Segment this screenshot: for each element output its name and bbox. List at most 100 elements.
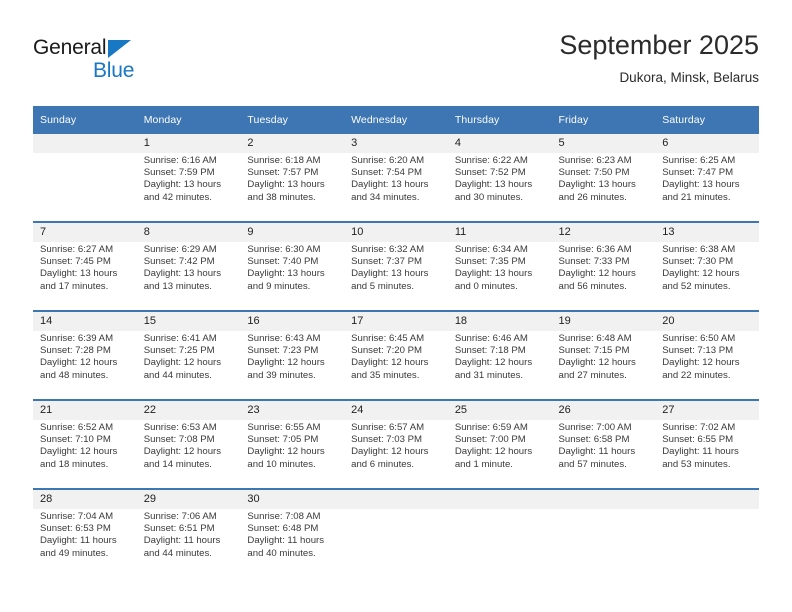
day-cell[interactable]: Sunrise: 7:08 AM Sunset: 6:48 PM Dayligh… [240, 509, 344, 577]
day-number[interactable]: 4 [447, 134, 552, 153]
day-number[interactable]: 19 [551, 310, 656, 331]
daylight-text-line1: Daylight: 12 hours [351, 446, 429, 458]
daylight-text-line2: and 39 minutes. [247, 369, 316, 381]
daylight-text-line1: Daylight: 13 hours [662, 179, 740, 191]
day-number[interactable]: 26 [551, 399, 656, 420]
day-number[interactable]: 25 [447, 399, 552, 420]
day-cell[interactable]: Sunrise: 6:39 AM Sunset: 7:28 PM Dayligh… [33, 331, 137, 400]
day-cell[interactable]: Sunrise: 6:50 AM Sunset: 7:13 PM Dayligh… [655, 331, 759, 400]
daylight-text-line1: Daylight: 12 hours [558, 268, 636, 280]
day-cell[interactable]: Sunrise: 6:30 AM Sunset: 7:40 PM Dayligh… [240, 242, 344, 311]
day-number[interactable]: 14 [33, 310, 137, 331]
day-cell[interactable] [33, 153, 137, 222]
day-cell[interactable]: Sunrise: 7:04 AM Sunset: 6:53 PM Dayligh… [33, 509, 137, 577]
daylight-text-line1: Daylight: 11 hours [40, 535, 117, 547]
day-cell[interactable]: Sunrise: 6:25 AM Sunset: 7:47 PM Dayligh… [655, 153, 759, 222]
day-number[interactable]: 22 [136, 399, 241, 420]
generalblue-logo: General Blue [33, 36, 153, 84]
day-number[interactable]: 15 [136, 310, 241, 331]
day-cell[interactable]: Sunrise: 6:34 AM Sunset: 7:35 PM Dayligh… [448, 242, 552, 311]
day-number[interactable]: 6 [655, 134, 759, 153]
week-daynumbers-row: 14 15 16 17 18 19 20 [33, 310, 759, 331]
daylight-text-line2: and 26 minutes. [558, 191, 627, 203]
daylight-text-line1: Daylight: 12 hours [454, 357, 533, 369]
sunset-text: Sunset: 6:55 PM [662, 434, 734, 446]
sunset-text: Sunset: 6:58 PM [558, 434, 630, 446]
sunrise-text: Sunrise: 6:23 AM [558, 155, 632, 166]
day-number[interactable]: 2 [240, 134, 345, 153]
day-cell[interactable]: Sunrise: 6:41 AM Sunset: 7:25 PM Dayligh… [137, 331, 241, 400]
sunset-text: Sunset: 6:53 PM [40, 523, 111, 535]
daylight-text-line2: and 34 minutes. [351, 191, 420, 203]
day-cell[interactable]: Sunrise: 6:18 AM Sunset: 7:57 PM Dayligh… [240, 153, 344, 222]
day-number[interactable]: 27 [655, 399, 759, 420]
calendar-body: 1 2 3 4 5 6 Sunrise: 6:16 AM Sunset: 7:5… [33, 134, 759, 577]
sunrise-text: Sunrise: 7:08 AM [247, 511, 321, 522]
daylight-text-line2: and 6 minutes. [351, 458, 415, 470]
daylight-text-line2: and 17 minutes. [40, 280, 109, 292]
day-number[interactable]: 17 [344, 310, 448, 331]
day-number[interactable]: 24 [344, 399, 448, 420]
day-cell[interactable]: Sunrise: 6:57 AM Sunset: 7:03 PM Dayligh… [344, 420, 448, 489]
day-number[interactable]: 29 [136, 488, 241, 509]
day-number[interactable]: 28 [33, 488, 137, 509]
day-cell[interactable]: Sunrise: 6:20 AM Sunset: 7:54 PM Dayligh… [344, 153, 448, 222]
day-number[interactable]: 8 [136, 221, 241, 242]
daylight-text-line1: Daylight: 12 hours [351, 357, 429, 369]
sunset-text: Sunset: 7:28 PM [40, 345, 111, 357]
day-cell[interactable]: Sunrise: 6:36 AM Sunset: 7:33 PM Dayligh… [552, 242, 656, 311]
day-number[interactable]: 3 [344, 134, 448, 153]
sunset-text: Sunset: 7:25 PM [143, 345, 215, 357]
daylight-text-line2: and 31 minutes. [454, 369, 524, 381]
day-number[interactable]: 7 [33, 221, 137, 242]
day-number[interactable]: 21 [33, 399, 137, 420]
day-number[interactable]: 13 [655, 221, 759, 242]
day-number[interactable]: 1 [136, 134, 241, 153]
daylight-text-line1: Daylight: 12 hours [247, 357, 325, 369]
day-cell[interactable]: Sunrise: 7:00 AM Sunset: 6:58 PM Dayligh… [552, 420, 656, 489]
day-number[interactable]: 12 [551, 221, 656, 242]
day-cell[interactable]: Sunrise: 6:43 AM Sunset: 7:23 PM Dayligh… [240, 331, 344, 400]
week-details-row: Sunrise: 6:27 AM Sunset: 7:45 PM Dayligh… [33, 242, 759, 311]
day-number[interactable]: 10 [344, 221, 448, 242]
day-number[interactable]: 30 [240, 488, 345, 509]
day-cell[interactable]: Sunrise: 6:45 AM Sunset: 7:20 PM Dayligh… [344, 331, 448, 400]
sunset-text: Sunset: 7:50 PM [558, 167, 630, 179]
day-cell[interactable]: Sunrise: 6:55 AM Sunset: 7:05 PM Dayligh… [240, 420, 344, 489]
sunset-text: Sunset: 7:03 PM [351, 434, 423, 446]
day-cell[interactable]: Sunrise: 6:48 AM Sunset: 7:15 PM Dayligh… [552, 331, 656, 400]
day-number[interactable]: 23 [240, 399, 345, 420]
day-number[interactable]: 9 [240, 221, 345, 242]
day-number[interactable]: 18 [447, 310, 552, 331]
day-number[interactable]: 16 [240, 310, 345, 331]
day-cell[interactable]: Sunrise: 6:29 AM Sunset: 7:42 PM Dayligh… [137, 242, 241, 311]
sunrise-text: Sunrise: 6:38 AM [662, 244, 736, 255]
day-cell[interactable]: Sunrise: 6:22 AM Sunset: 7:52 PM Dayligh… [448, 153, 552, 222]
day-cell[interactable]: Sunrise: 6:23 AM Sunset: 7:50 PM Dayligh… [552, 153, 656, 222]
calendar-grid: Sunday Monday Tuesday Wednesday Thursday… [33, 106, 759, 577]
daylight-text-line1: Daylight: 12 hours [558, 357, 636, 369]
day-cell[interactable]: Sunrise: 6:59 AM Sunset: 7:00 PM Dayligh… [448, 420, 552, 489]
day-number[interactable]: 5 [551, 134, 656, 153]
day-cell[interactable]: Sunrise: 6:53 AM Sunset: 7:08 PM Dayligh… [137, 420, 241, 489]
day-number[interactable] [33, 134, 137, 153]
day-number[interactable]: 20 [655, 310, 759, 331]
weekday-header-thursday: Thursday [447, 106, 552, 134]
day-cell[interactable]: Sunrise: 6:46 AM Sunset: 7:18 PM Dayligh… [448, 331, 552, 400]
day-cell[interactable]: Sunrise: 6:27 AM Sunset: 7:45 PM Dayligh… [33, 242, 137, 311]
day-number[interactable]: 11 [447, 221, 552, 242]
sunrise-text: Sunrise: 6:45 AM [351, 333, 425, 344]
day-cell[interactable]: Sunrise: 7:02 AM Sunset: 6:55 PM Dayligh… [655, 420, 759, 489]
day-cell[interactable]: Sunrise: 6:38 AM Sunset: 7:30 PM Dayligh… [655, 242, 759, 311]
day-cell[interactable]: Sunrise: 6:52 AM Sunset: 7:10 PM Dayligh… [33, 420, 137, 489]
sunset-text: Sunset: 7:20 PM [351, 345, 423, 357]
sunset-text: Sunset: 6:48 PM [247, 523, 319, 535]
daylight-text-line1: Daylight: 13 hours [558, 179, 636, 191]
day-cell[interactable]: Sunrise: 7:06 AM Sunset: 6:51 PM Dayligh… [137, 509, 241, 577]
sunset-text: Sunset: 7:13 PM [662, 345, 734, 357]
daylight-text-line2: and 57 minutes. [558, 458, 627, 470]
calendar-page: General Blue September 2025 Dukora, Mins… [0, 0, 792, 612]
day-cell[interactable]: Sunrise: 6:16 AM Sunset: 7:59 PM Dayligh… [137, 153, 241, 222]
day-cell[interactable]: Sunrise: 6:32 AM Sunset: 7:37 PM Dayligh… [344, 242, 448, 311]
sunrise-text: Sunrise: 6:34 AM [454, 244, 528, 255]
